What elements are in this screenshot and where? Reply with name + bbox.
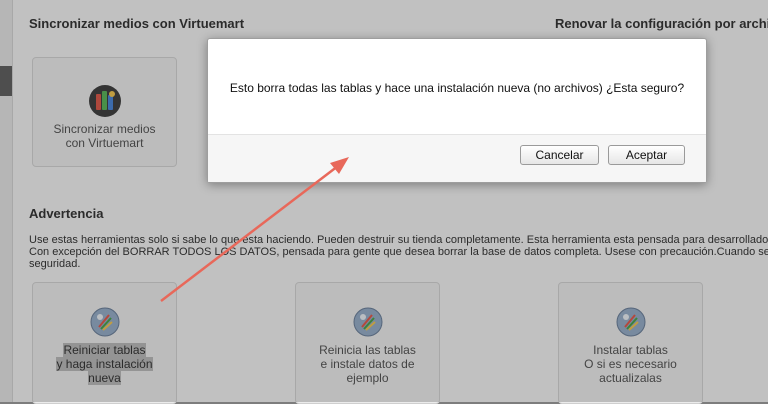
confirm-dialog: Esto borra todas las tablas y hace una i… <box>207 38 707 183</box>
accept-button[interactable]: Aceptar <box>608 145 685 165</box>
dialog-footer: Cancelar Aceptar <box>208 134 706 182</box>
cancel-button[interactable]: Cancelar <box>520 145 599 165</box>
confirm-message: Esto borra todas las tablas y hace una i… <box>229 81 685 95</box>
